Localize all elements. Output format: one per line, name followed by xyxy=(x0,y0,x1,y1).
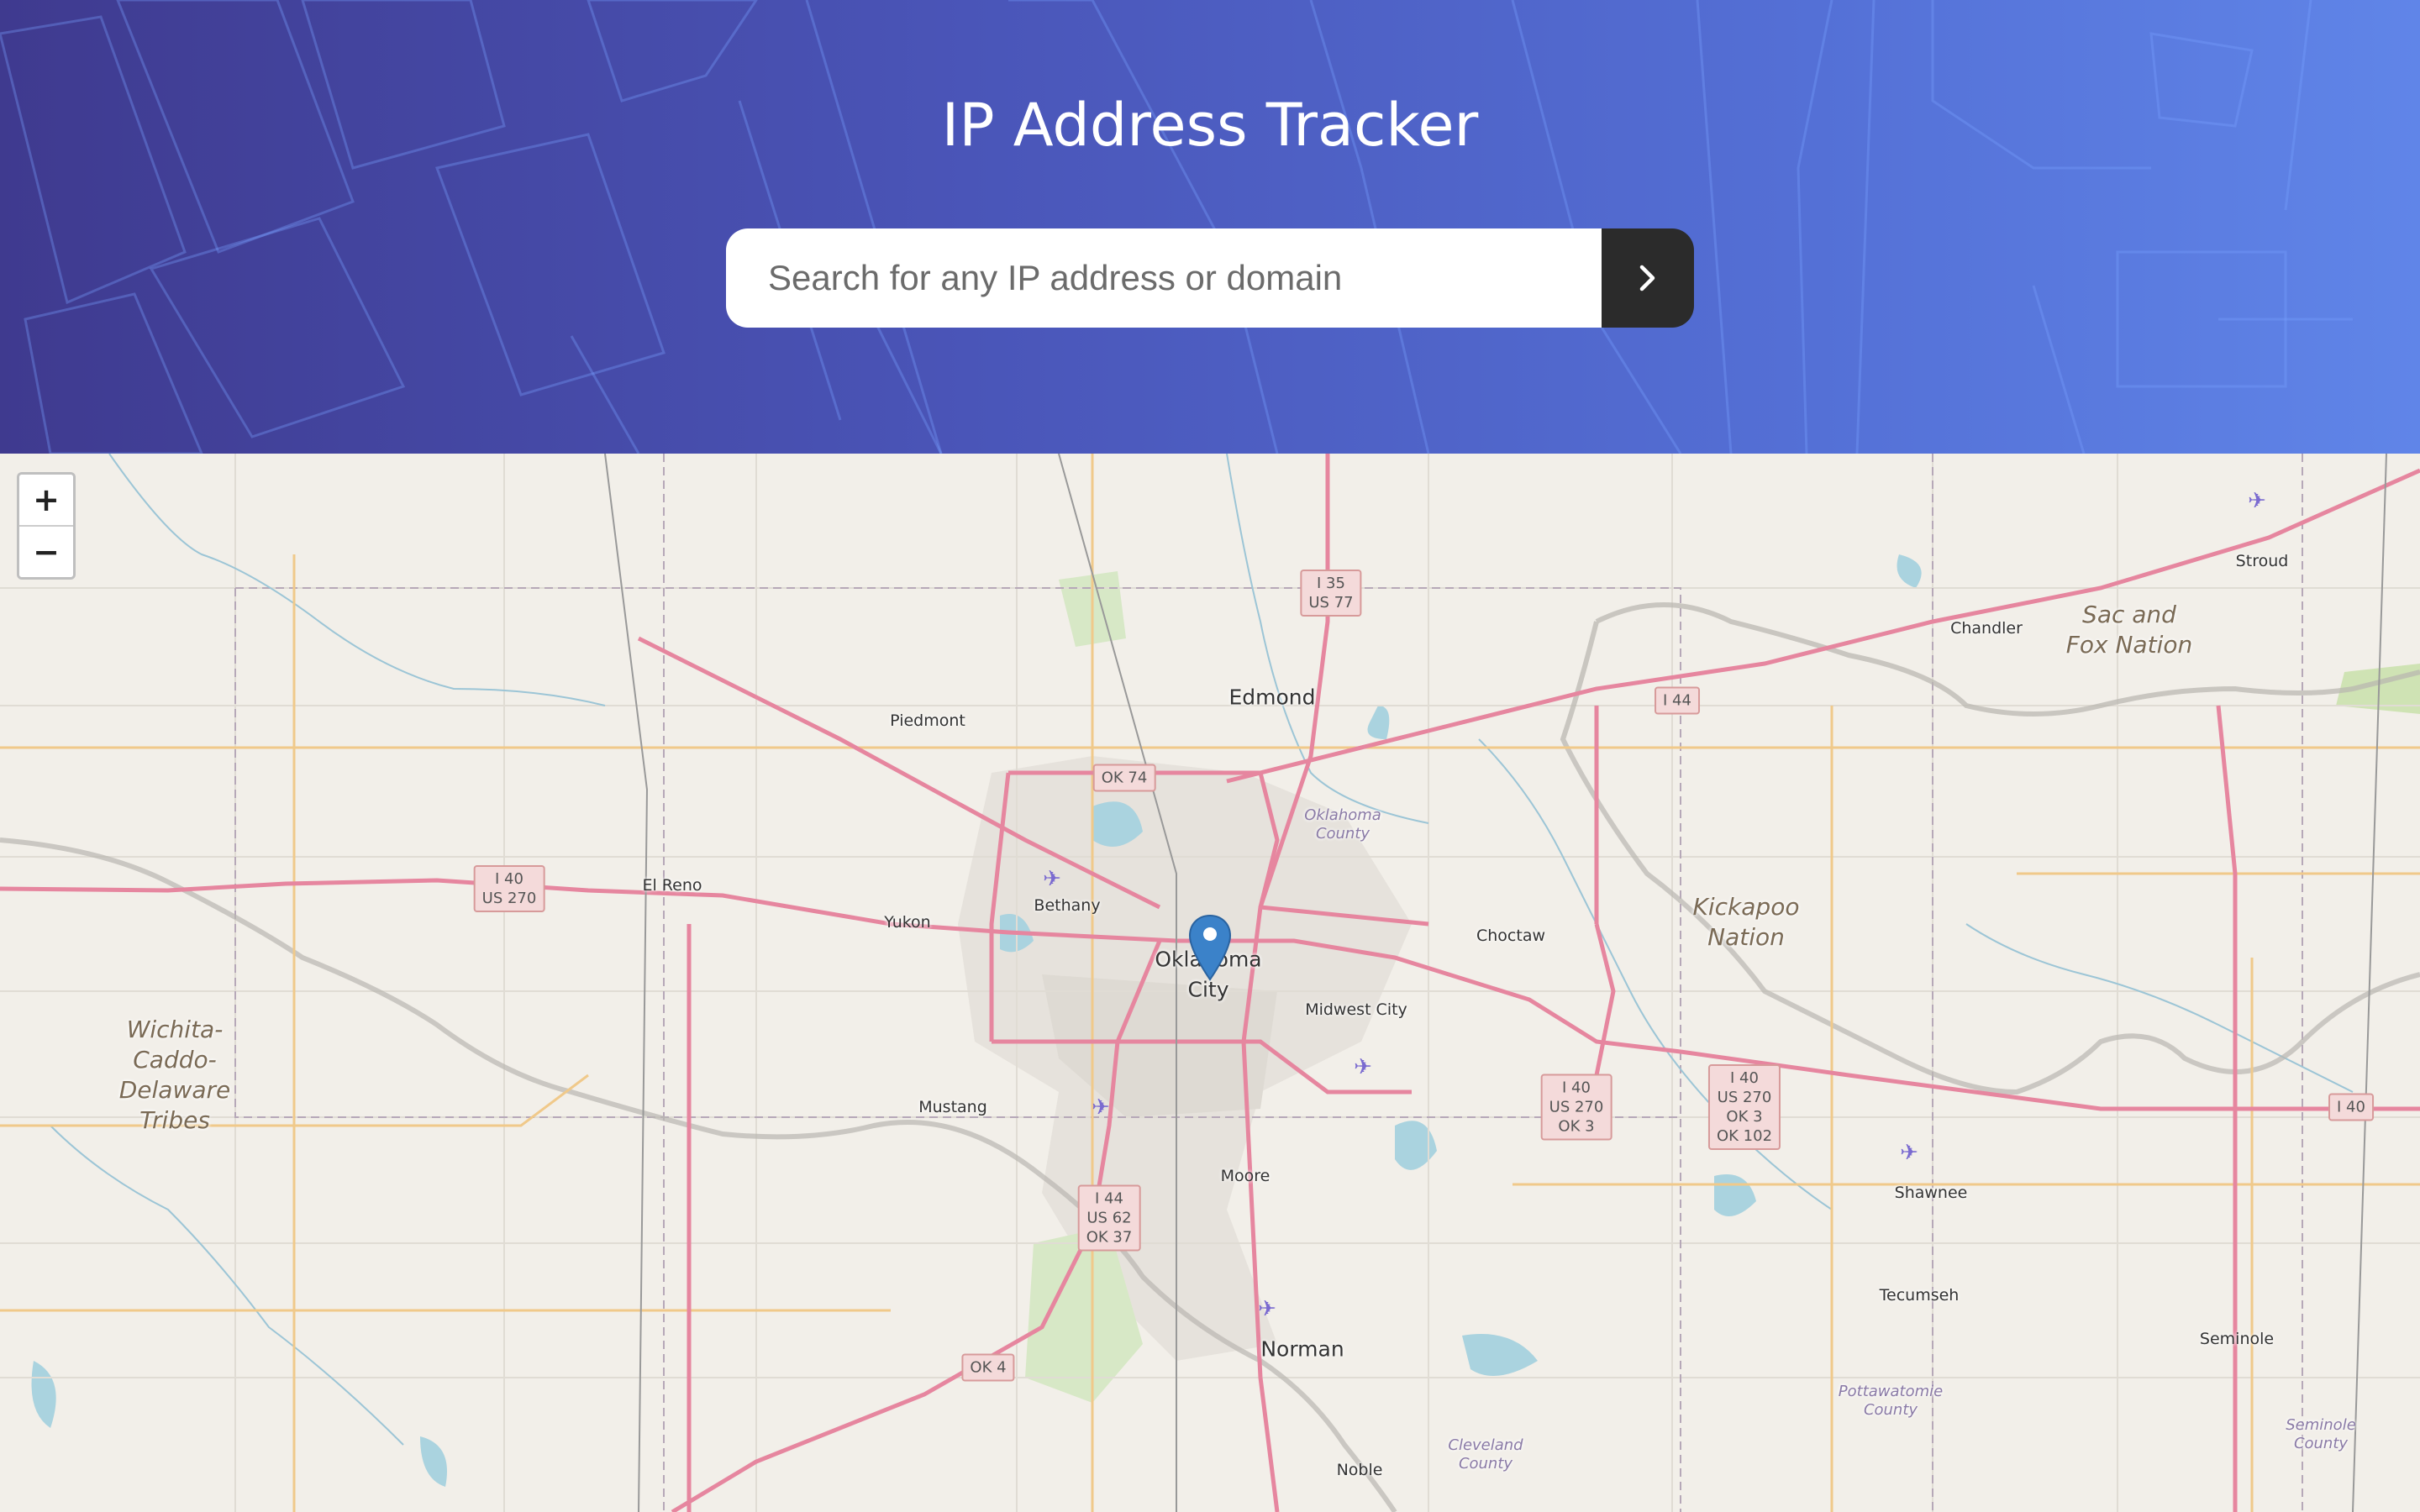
road-shield-line: US 77 xyxy=(1308,594,1354,612)
search-input[interactable] xyxy=(726,228,1602,328)
place-label: Mustang xyxy=(918,1098,987,1116)
region-label-line: Delaware xyxy=(118,1076,231,1104)
place-label: Choctaw xyxy=(1476,927,1546,945)
place-label: Moore xyxy=(1220,1167,1270,1185)
road-shield-line: I 40 xyxy=(2337,1098,2365,1116)
chevron-right-icon xyxy=(1639,265,1655,291)
road-shield-line: OK 37 xyxy=(1086,1228,1133,1247)
region-label-line: Tribes xyxy=(139,1106,210,1134)
road-shield-line: I 40 xyxy=(1730,1069,1759,1087)
road-shield-line: US 270 xyxy=(1717,1089,1772,1106)
airport-icon: ✈ xyxy=(1258,1295,1276,1321)
airport-icon: ✈ xyxy=(1043,865,1061,891)
place-label: Norman xyxy=(1260,1336,1344,1362)
search-bar xyxy=(726,228,1694,328)
road-shield-line: OK 3 xyxy=(1558,1117,1595,1136)
zoom-in-button[interactable]: + xyxy=(19,475,73,525)
airport-icon: ✈ xyxy=(1354,1053,1372,1079)
region-label-line: Wichita- xyxy=(126,1016,224,1043)
county-label: Cleveland County xyxy=(1448,1436,1523,1473)
place-label: Tecumseh xyxy=(1879,1286,1960,1305)
region-label: Kickapoo Nation xyxy=(1693,892,1800,953)
road-shield-line: OK 74 xyxy=(1101,769,1148,787)
county-label-line: Seminole xyxy=(2286,1416,2356,1434)
place-label: Chandler xyxy=(1950,619,2023,638)
map-pin-icon[interactable] xyxy=(1188,914,1232,983)
zoom-control: + − xyxy=(17,472,76,580)
airport-icon: ✈ xyxy=(2248,487,2266,513)
road-shield: I 40 xyxy=(2328,1093,2374,1121)
road-shield-line: I 44 xyxy=(1095,1189,1123,1208)
county-label-line: Cleveland xyxy=(1448,1436,1523,1454)
airport-icon: ✈ xyxy=(1092,1094,1110,1120)
road-shield-line: US 62 xyxy=(1086,1209,1132,1227)
place-label: Stroud xyxy=(2235,552,2289,570)
road-shield: I 35 US 77 xyxy=(1300,570,1362,617)
road-shield: I 40 US 270 xyxy=(473,865,545,912)
region-label-line: Sac and xyxy=(2082,601,2176,628)
road-shield-line: US 270 xyxy=(481,890,537,907)
road-shield: OK 74 xyxy=(1092,764,1156,792)
road-shield: OK 4 xyxy=(961,1353,1015,1382)
map-view[interactable]: ✈ ✈ ✈ ✈ ✈ ✈ Edmond Piedmont El Reno Yuko… xyxy=(0,454,2420,1512)
header-background-pattern xyxy=(0,0,2353,454)
road-shield: I 44 US 62 OK 37 xyxy=(1077,1184,1141,1252)
road-shield-line: OK 102 xyxy=(1716,1127,1773,1145)
road-shield-line: I 40 xyxy=(1562,1079,1591,1097)
county-label: Oklahoma County xyxy=(1304,806,1381,843)
road-shield: I 44 xyxy=(1655,686,1700,715)
place-label: Shawnee xyxy=(1894,1184,1968,1202)
region-label-line: Caddo- xyxy=(133,1046,217,1074)
road-shield: I 40 US 270 OK 3 xyxy=(1540,1074,1612,1141)
place-label: El Reno xyxy=(642,876,702,895)
region-label-line: Nation xyxy=(1707,923,1785,951)
county-label-line: Oklahoma xyxy=(1304,806,1381,824)
county-label-line: County xyxy=(1863,1401,1918,1419)
county-label: Pottawatomie County xyxy=(1839,1383,1943,1420)
airport-icon: ✈ xyxy=(1900,1139,1918,1165)
county-label-line: Pottawatomie xyxy=(1838,1383,1944,1400)
place-label: Noble xyxy=(1336,1461,1383,1479)
page-title: IP Address Tracker xyxy=(941,91,1479,160)
region-label-line: Kickapoo xyxy=(1692,893,1800,921)
county-label-line: County xyxy=(2293,1435,2349,1452)
region-label: Wichita- Caddo- Delaware Tribes xyxy=(119,1015,231,1136)
region-label-line: Fox Nation xyxy=(2065,631,2193,659)
header-banner: IP Address Tracker xyxy=(0,0,2420,454)
place-label: Bethany xyxy=(1034,896,1101,915)
search-submit-button[interactable] xyxy=(1602,228,1694,328)
place-label: Seminole xyxy=(2199,1330,2275,1348)
road-shield: I 40 US 270 OK 3 OK 102 xyxy=(1707,1064,1781,1150)
road-shield-line: OK 3 xyxy=(1726,1108,1763,1126)
county-label-line: County xyxy=(1458,1455,1513,1473)
road-shield-line: I 44 xyxy=(1663,691,1691,710)
place-label: Midwest City xyxy=(1305,1000,1407,1019)
zoom-out-button[interactable]: − xyxy=(19,525,73,577)
road-shield-line: US 270 xyxy=(1549,1098,1604,1116)
place-label: Yukon xyxy=(884,913,931,932)
road-shield-line: OK 4 xyxy=(970,1358,1007,1377)
county-label-line: County xyxy=(1315,825,1370,843)
place-label: Piedmont xyxy=(890,711,965,730)
place-label: Edmond xyxy=(1228,685,1316,710)
road-shield-line: I 35 xyxy=(1317,575,1345,592)
county-label: Seminole County xyxy=(2286,1416,2356,1453)
region-label: Sac and Fox Nation xyxy=(2066,600,2192,660)
road-shield-line: I 40 xyxy=(495,870,523,888)
